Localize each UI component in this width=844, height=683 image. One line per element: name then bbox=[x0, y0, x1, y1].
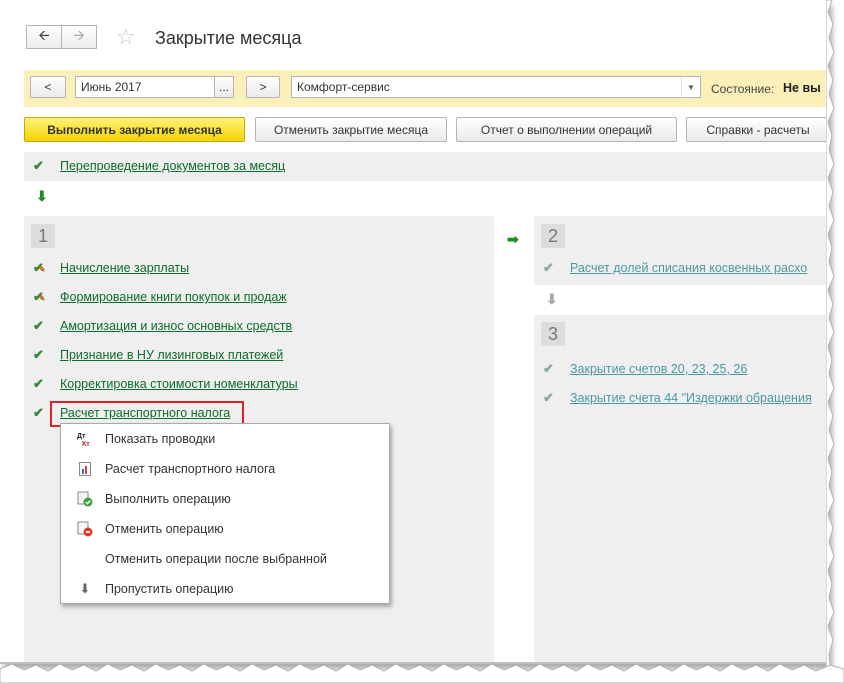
favorite-star-icon[interactable]: ☆ bbox=[116, 25, 136, 49]
operation-link-leasing[interactable]: Признание в НУ лизинговых платежей bbox=[60, 348, 283, 362]
operation-link-close-accounts[interactable]: Закрытие счетов 20, 23, 25, 26 bbox=[570, 362, 747, 376]
check-icon: ✔ bbox=[33, 376, 44, 391]
operation-link-depreciation[interactable]: Амортизация и износ основных средств bbox=[60, 319, 292, 333]
arrow-left-icon: 🡨 bbox=[38, 27, 50, 43]
menu-item-execute-operation[interactable]: Выполнить операцию bbox=[61, 484, 389, 514]
page-title: Закрытие месяца bbox=[155, 28, 302, 48]
menu-item-label: Показать проводки bbox=[105, 432, 216, 446]
menu-item-skip-operation[interactable]: ⬇ Пропустить операцию bbox=[61, 574, 389, 604]
arrow-down-icon: ⬇ bbox=[546, 291, 558, 307]
operations-report-button[interactable]: Отчет о выполнении операций bbox=[456, 117, 677, 142]
arrow-down-icon: ⬇ bbox=[36, 188, 48, 204]
menu-item-label: Пропустить операцию bbox=[105, 582, 234, 596]
skip-arrow-icon: ⬇ bbox=[79, 581, 91, 596]
status-value: Не вы bbox=[783, 81, 821, 95]
forward-button[interactable]: 🡪 bbox=[62, 25, 97, 49]
check-icon: ✔ bbox=[33, 347, 44, 362]
period-select-button[interactable]: ... bbox=[214, 76, 234, 98]
context-menu: Дт Кт Показать проводки Расчет транспортн… bbox=[60, 423, 390, 604]
stage-1-number: 1 bbox=[31, 224, 55, 248]
stage-2-number: 2 bbox=[541, 224, 565, 248]
navigation-buttons: 🡨 🡪 bbox=[26, 25, 97, 49]
report-icon bbox=[77, 461, 93, 477]
next-period-button[interactable]: > bbox=[246, 76, 280, 98]
dt-kt-icon: Дт Кт bbox=[77, 431, 93, 447]
references-button[interactable]: Справки - расчеты bbox=[686, 117, 826, 142]
chevron-down-icon[interactable]: ▼ bbox=[681, 77, 700, 97]
menu-item-label: Выполнить операцию bbox=[105, 492, 231, 506]
menu-item-transport-tax-report[interactable]: Расчет транспортного налога bbox=[61, 454, 389, 484]
menu-item-label: Отменить операцию bbox=[105, 522, 224, 536]
check-icon: ✔ bbox=[33, 405, 44, 420]
back-button[interactable]: 🡨 bbox=[26, 25, 62, 49]
execute-icon bbox=[77, 491, 93, 507]
check-icon: ✔ bbox=[33, 318, 44, 333]
check-icon: ✔ bbox=[543, 361, 554, 376]
perform-closing-button[interactable]: Выполнить закрытие месяца bbox=[24, 117, 245, 142]
organization-field[interactable]: Комфорт-сервис ▼ bbox=[291, 76, 701, 98]
reposting-documents-link[interactable]: Перепроведение документов за месяц bbox=[60, 159, 285, 173]
svg-text:Кт: Кт bbox=[82, 441, 90, 447]
organization-value: Комфорт-сервис bbox=[297, 80, 390, 94]
operation-link-cost-adjustment[interactable]: Корректировка стоимости номенклатуры bbox=[60, 377, 298, 391]
arrow-right-icon: 🡪 bbox=[73, 27, 85, 43]
operation-link-salary[interactable]: Начисление зарплаты bbox=[60, 261, 189, 275]
check-warning-icon: ✔✎ bbox=[33, 260, 46, 275]
svg-text:Дт: Дт bbox=[77, 433, 86, 440]
menu-item-cancel-operation[interactable]: Отменить операцию bbox=[61, 514, 389, 544]
arrow-right-icon: ➡ bbox=[507, 231, 519, 247]
menu-item-label: Расчет транспортного налога bbox=[105, 462, 276, 476]
operation-link-close-account-44[interactable]: Закрытие счета 44 "Издержки обращения bbox=[570, 391, 812, 405]
status-label: Состояние: bbox=[711, 82, 775, 96]
cancel-operation-icon bbox=[77, 521, 93, 537]
check-warning-icon: ✔✎ bbox=[33, 289, 46, 304]
check-icon: ✔ bbox=[543, 260, 554, 275]
period-field[interactable]: Июнь 2017 bbox=[75, 76, 215, 98]
operation-link-purchase-sales-book[interactable]: Формирование книги покупок и продаж bbox=[60, 290, 287, 304]
stage-3-number: 3 bbox=[541, 322, 565, 346]
torn-edge-bottom bbox=[0, 663, 844, 683]
operation-link-indirect-costs[interactable]: Расчет долей списания косвенных расхо bbox=[570, 261, 807, 275]
cancel-closing-button[interactable]: Отменить закрытие месяца bbox=[255, 117, 447, 142]
check-icon: ✔ bbox=[33, 158, 44, 173]
closing-month-window: 🡨 🡪 ☆ Закрытие месяца < Июнь 2017 ... > … bbox=[0, 0, 828, 664]
menu-item-show-entries[interactable]: Дт Кт Показать проводки bbox=[61, 424, 389, 454]
menu-item-cancel-after-selected[interactable]: Отменить операции после выбранной bbox=[61, 544, 389, 574]
menu-item-label: Отменить операции после выбранной bbox=[105, 552, 327, 566]
check-icon: ✔ bbox=[543, 390, 554, 405]
prev-period-button[interactable]: < bbox=[30, 76, 66, 98]
torn-edge-right bbox=[826, 0, 835, 683]
